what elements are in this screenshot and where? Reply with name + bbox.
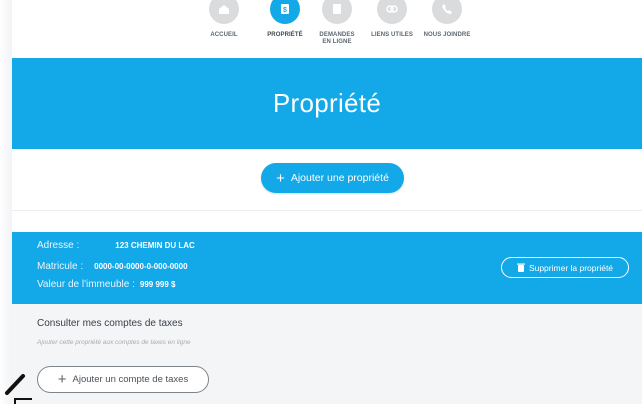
divider <box>12 210 642 211</box>
delete-property-label: Supprimer la propriété <box>528 262 614 273</box>
add-tax-account-label: Ajouter un compte de taxes <box>72 374 189 385</box>
add-property-button[interactable]: + Ajouter une propriété <box>261 163 404 193</box>
page-edge <box>0 0 12 404</box>
address-row: Adresse : 123 CHEMIN DU LAC <box>37 240 195 251</box>
page-title: Propriété <box>272 88 382 118</box>
nav-label-nous-joindre: NOUS JOINDRE <box>423 32 471 38</box>
plus-icon: + <box>276 169 285 187</box>
app-frame: ACCUEIL $ PROPRIÉTÉ DEMANDES EN LIGNE LI… <box>12 0 642 404</box>
taxes-title: Consulter mes comptes de taxes <box>37 318 183 329</box>
svg-text:$: $ <box>283 7 287 14</box>
nav-label-accueil: ACCUEIL <box>210 32 238 38</box>
trash-icon <box>516 263 525 272</box>
home-icon <box>209 0 239 24</box>
nav-item-propriete[interactable]: $ PROPRIÉTÉ <box>255 0 315 39</box>
value-row: Valeur de l'immeuble : 999 999 $ <box>37 279 175 290</box>
add-property-label: Ajouter une propriété <box>290 172 389 184</box>
nav-label-propriete: PROPRIÉTÉ <box>267 32 303 38</box>
cursor-corner <box>14 398 32 404</box>
delete-property-button[interactable]: Supprimer la propriété <box>501 257 629 278</box>
matricule-value: 0000-00-0000-0-000-0000 <box>94 262 188 271</box>
nav-item-liens[interactable]: LIENS UTILES <box>362 0 422 39</box>
phone-icon <box>432 0 462 24</box>
nav-item-accueil[interactable]: ACCUEIL <box>194 0 254 39</box>
link-icon <box>377 0 407 24</box>
matricule-label: Matricule : <box>37 261 84 272</box>
page-banner: Propriété <box>12 58 642 149</box>
matricule-row: Matricule : 0000-00-0000-0-000-0000 <box>37 261 188 272</box>
top-navigation: ACCUEIL $ PROPRIÉTÉ DEMANDES EN LIGNE LI… <box>12 0 642 58</box>
nav-item-demandes[interactable]: DEMANDES EN LIGNE <box>307 0 367 46</box>
address-label: Adresse : <box>37 240 80 251</box>
value-label: Valeur de l'immeuble : <box>37 279 135 290</box>
document-icon <box>322 0 352 24</box>
taxes-hint: Ajouter cette propriété aux comptes de t… <box>37 339 191 346</box>
nav-label-liens: LIENS UTILES <box>371 32 413 38</box>
value-amount: 999 999 $ <box>139 280 176 289</box>
plus-icon: + <box>57 371 67 388</box>
address-value: 123 CHEMIN DU LAC <box>115 241 195 250</box>
nav-item-nous-joindre[interactable]: NOUS JOINDRE <box>417 0 477 39</box>
dollar-icon: $ <box>270 0 300 24</box>
nav-label-demandes: DEMANDES EN LIGNE <box>319 32 355 45</box>
pen-cursor-icon <box>5 374 25 395</box>
add-tax-account-button[interactable]: + Ajouter un compte de taxes <box>37 366 209 393</box>
